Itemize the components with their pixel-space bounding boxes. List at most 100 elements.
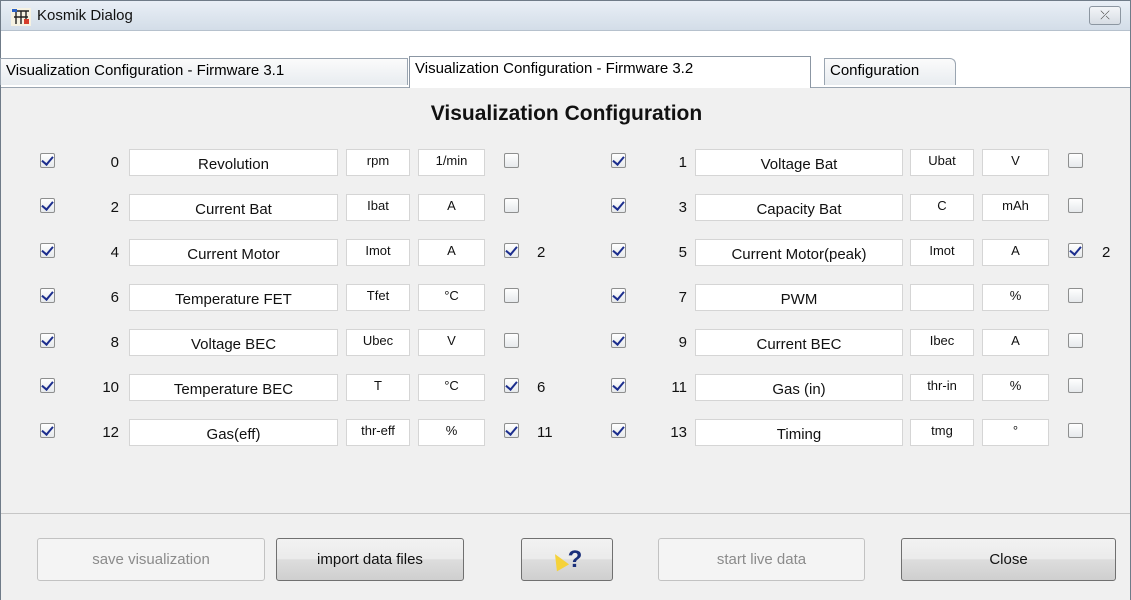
channel-enable-checkbox[interactable] [611, 153, 626, 168]
channel-symbol-field[interactable]: C [910, 194, 974, 221]
channel-symbol-field[interactable]: rpm [346, 149, 410, 176]
channel-unit-field[interactable]: A [982, 239, 1049, 266]
channel-index: 6 [110, 289, 119, 306]
channel-symbol-field[interactable]: Tfet [346, 284, 410, 311]
channel-symbol-field[interactable]: thr-in [910, 374, 974, 401]
tab-label: Configuration [830, 62, 920, 79]
channel-reference-checkbox[interactable] [504, 333, 519, 348]
channel-unit-field[interactable]: % [982, 284, 1049, 311]
channel-enable-checkbox[interactable] [611, 288, 626, 303]
channel-name-field[interactable]: Gas (in) [695, 374, 903, 401]
channel-enable-checkbox[interactable] [611, 198, 626, 213]
channel-symbol-field[interactable]: Ibat [346, 194, 410, 221]
channel-enable-checkbox[interactable] [40, 333, 55, 348]
channel-name-field[interactable]: Revolution [129, 149, 338, 176]
channel-index: 13 [670, 424, 687, 441]
channel-reference-checkbox[interactable] [504, 198, 519, 213]
channel-unit-field[interactable]: V [418, 329, 485, 356]
channel-symbol-field[interactable]: Ibec [910, 329, 974, 356]
channel-symbol-field[interactable]: Imot [346, 239, 410, 266]
window-close-button[interactable]: ⤫ [1089, 6, 1121, 25]
channel-index: 4 [110, 244, 119, 261]
channel-name-field[interactable]: Voltage BEC [129, 329, 338, 356]
save-visualization-label: save visualization [92, 551, 210, 568]
channel-reference-checkbox[interactable] [504, 153, 519, 168]
channel-enable-checkbox[interactable] [611, 423, 626, 438]
channel-enable-checkbox[interactable] [40, 423, 55, 438]
channel-unit-field[interactable]: mAh [982, 194, 1049, 221]
channel-index: 0 [110, 154, 119, 171]
channel-symbol-field[interactable]: Ubec [346, 329, 410, 356]
channel-unit-field[interactable]: % [982, 374, 1049, 401]
channel-reference-checkbox[interactable] [504, 288, 519, 303]
channel-index: 7 [678, 289, 687, 306]
start-live-data-button[interactable]: start live data [658, 538, 865, 581]
channel-reference-checkbox[interactable] [504, 243, 519, 258]
channel-symbol-field[interactable]: tmg [910, 419, 974, 446]
channel-reference-checkbox[interactable] [1068, 423, 1083, 438]
channel-reference-checkbox[interactable] [504, 423, 519, 438]
channel-name-field[interactable]: PWM [695, 284, 903, 311]
import-data-files-label: import data files [317, 551, 423, 568]
channel-reference-checkbox[interactable] [504, 378, 519, 393]
channel-unit-field[interactable]: A [982, 329, 1049, 356]
channel-reference-checkbox[interactable] [1068, 378, 1083, 393]
channel-symbol-field[interactable]: T [346, 374, 410, 401]
channel-name-field[interactable]: Current BEC [695, 329, 903, 356]
channel-enable-checkbox[interactable] [611, 243, 626, 258]
save-visualization-button[interactable]: save visualization [37, 538, 265, 581]
channel-reference-checkbox[interactable] [1068, 243, 1083, 258]
channel-name-field[interactable]: Capacity Bat [695, 194, 903, 221]
import-data-files-button[interactable]: import data files [276, 538, 464, 581]
channel-symbol-field[interactable]: Imot [910, 239, 974, 266]
channel-index: 10 [102, 379, 119, 396]
channel-name-field[interactable]: Temperature BEC [129, 374, 338, 401]
channel-unit-field[interactable]: A [418, 194, 485, 221]
channel-enable-checkbox[interactable] [611, 333, 626, 348]
channel-name-field[interactable]: Timing [695, 419, 903, 446]
channel-name-field[interactable]: Current Motor [129, 239, 338, 266]
channel-name-field[interactable]: Voltage Bat [695, 149, 903, 176]
channel-name-field[interactable]: Current Motor(peak) [695, 239, 903, 266]
channel-reference-checkbox[interactable] [1068, 333, 1083, 348]
channel-symbol-field[interactable] [910, 284, 974, 311]
help-question-label: ? [567, 546, 583, 573]
channel-reference-index: 2 [537, 244, 546, 261]
channel-name-field[interactable]: Temperature FET [129, 284, 338, 311]
channel-enable-checkbox[interactable] [611, 378, 626, 393]
close-button[interactable]: Close [901, 538, 1116, 581]
section-heading: Visualization Configuration [430, 102, 703, 125]
channel-enable-checkbox[interactable] [40, 243, 55, 258]
help-button[interactable]: ? [521, 538, 613, 581]
channel-index: 2 [110, 199, 119, 216]
channel-unit-field[interactable]: ° [982, 419, 1049, 446]
channel-enable-checkbox[interactable] [40, 198, 55, 213]
channel-index: 5 [678, 244, 687, 261]
channel-reference-checkbox[interactable] [1068, 198, 1083, 213]
channel-name-field[interactable]: Current Bat [129, 194, 338, 221]
tab-configuration[interactable]: Configuration [824, 58, 956, 85]
channel-reference-checkbox[interactable] [1068, 153, 1083, 168]
channel-reference-index: 6 [537, 379, 546, 396]
channel-enable-checkbox[interactable] [40, 378, 55, 393]
channel-symbol-field[interactable]: thr-eff [346, 419, 410, 446]
channel-unit-field[interactable]: A [418, 239, 485, 266]
channel-enable-checkbox[interactable] [40, 288, 55, 303]
channel-unit-field[interactable]: °C [418, 374, 485, 401]
channel-index: 8 [110, 334, 119, 351]
channel-unit-field[interactable]: V [982, 149, 1049, 176]
channel-unit-field[interactable]: % [418, 419, 485, 446]
close-button-label: Close [989, 551, 1028, 568]
tab-label: Visualization Configuration - Firmware 3… [6, 62, 285, 79]
channel-reference-checkbox[interactable] [1068, 288, 1083, 303]
tab-firmware-3-1[interactable]: Visualization Configuration - Firmware 3… [0, 58, 408, 85]
channel-enable-checkbox[interactable] [40, 153, 55, 168]
channel-symbol-field[interactable]: Ubat [910, 149, 974, 176]
channel-name-field[interactable]: Gas(eff) [129, 419, 338, 446]
channel-index: 3 [678, 199, 687, 216]
close-icon: ⤫ [1100, 8, 1110, 22]
tab-firmware-3-2[interactable]: Visualization Configuration - Firmware 3… [409, 56, 811, 88]
channel-unit-field[interactable]: °C [418, 284, 485, 311]
window-title: Kosmik Dialog [37, 7, 133, 24]
channel-unit-field[interactable]: 1/min [418, 149, 485, 176]
